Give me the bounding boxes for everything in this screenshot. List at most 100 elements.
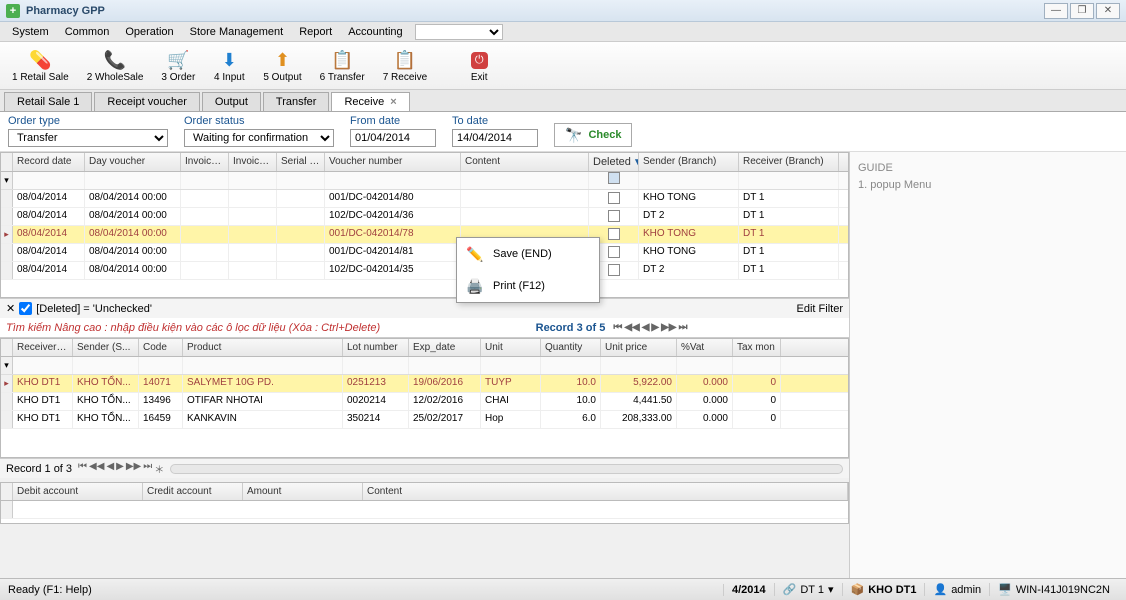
table-row[interactable]: 08/04/201408/04/2014 00:00102/DC-042014/… xyxy=(1,208,848,226)
table-row[interactable]: 08/04/201408/04/2014 00:00102/DC-042014/… xyxy=(1,262,848,280)
deleted-checkbox[interactable] xyxy=(608,192,620,204)
menu-save[interactable]: ✏️ Save (END) xyxy=(457,238,599,270)
col-deleted[interactable]: Deleted▼ xyxy=(589,153,639,171)
dcol-lot[interactable]: Lot number xyxy=(343,339,409,356)
tool-wholesale[interactable]: 📞 2 WholeSale xyxy=(79,46,152,85)
menu-operation[interactable]: Operation xyxy=(117,24,181,40)
col-sender[interactable]: Sender (Branch) xyxy=(639,153,739,171)
col-record-date[interactable]: Record date xyxy=(13,153,85,171)
dcol-sender[interactable]: Sender (S... xyxy=(73,339,139,356)
menu-system[interactable]: System xyxy=(4,24,57,40)
col-day-voucher[interactable]: Day voucher xyxy=(85,153,181,171)
tool-order[interactable]: 🛒 3 Order xyxy=(153,46,203,85)
bcol-amount[interactable]: Amount xyxy=(243,483,363,500)
pager-prev[interactable]: ◀ xyxy=(106,461,114,476)
table-row[interactable]: ▸KHO DT1KHO TỔN...14071SALYMET 10G PD.02… xyxy=(1,375,848,393)
deleted-checkbox[interactable] xyxy=(608,246,620,258)
to-date-label: To date xyxy=(452,115,538,127)
tab-receive[interactable]: Receive× xyxy=(331,92,409,111)
nav-prev-page[interactable]: ◀◀ xyxy=(624,322,639,333)
app-icon: + xyxy=(6,4,20,18)
close-button[interactable]: ✕ xyxy=(1096,3,1120,19)
tab-output[interactable]: Output xyxy=(202,92,261,111)
col-serial[interactable]: Serial n... xyxy=(277,153,325,171)
horizontal-scrollbar[interactable] xyxy=(170,464,843,474)
dcol-receiver[interactable]: Receiver (... xyxy=(13,339,73,356)
tool-exit[interactable]: ⏻ Exit xyxy=(455,46,503,85)
menu-dropdown[interactable] xyxy=(415,24,503,40)
check-button[interactable]: 🔭 Check xyxy=(554,123,632,147)
col-invoice1[interactable]: Invoice... xyxy=(181,153,229,171)
dcol-price[interactable]: Unit price xyxy=(601,339,677,356)
dcol-tax[interactable]: Tax mon xyxy=(733,339,781,356)
dcol-product[interactable]: Product xyxy=(183,339,343,356)
filter-enabled-checkbox[interactable] xyxy=(19,302,32,315)
menu-report[interactable]: Report xyxy=(291,24,340,40)
clear-filter-icon[interactable]: ✕ xyxy=(6,302,15,315)
col-receiver[interactable]: Receiver (Branch) xyxy=(739,153,839,171)
bcol-debit[interactable]: Debit account xyxy=(13,483,143,500)
table-row[interactable]: ▸08/04/201408/04/2014 00:00001/DC-042014… xyxy=(1,226,848,244)
tool-input[interactable]: ⬇ 4 Input xyxy=(205,46,253,85)
nav-next[interactable]: ▶ xyxy=(651,322,659,333)
maximize-button[interactable]: ❐ xyxy=(1070,3,1094,19)
tool-transfer[interactable]: 📋 6 Transfer xyxy=(312,46,373,85)
tool-receive[interactable]: 📋 7 Receive xyxy=(375,46,435,85)
user-icon: 👤 xyxy=(933,583,947,596)
table-row[interactable]: KHO DT1KHO TỔN...16459KANKAVIN35021425/0… xyxy=(1,411,848,429)
to-date-input[interactable] xyxy=(452,129,538,147)
tool-output[interactable]: ⬆ 5 Output xyxy=(255,46,309,85)
order-type-label: Order type xyxy=(8,115,168,127)
pager-asterisk[interactable]: ＊ xyxy=(154,461,164,476)
bcol-credit[interactable]: Credit account xyxy=(143,483,243,500)
pager-first[interactable]: ⏮ xyxy=(78,461,87,476)
table-row[interactable]: 08/04/201408/04/2014 00:00001/DC-042014/… xyxy=(1,244,848,262)
order-type-select[interactable]: Transfer xyxy=(8,129,168,147)
edit-filter-link[interactable]: Edit Filter xyxy=(797,303,843,315)
branch-icon: 🔗 xyxy=(783,583,797,596)
dcol-unit[interactable]: Unit xyxy=(481,339,541,356)
close-tab-icon[interactable]: × xyxy=(390,96,396,108)
pager-last[interactable]: ⏭ xyxy=(143,461,152,476)
nav-next-page[interactable]: ▶▶ xyxy=(661,322,676,333)
deleted-checkbox[interactable] xyxy=(608,228,620,240)
tab-retail-sale[interactable]: Retail Sale 1 xyxy=(4,92,92,111)
window-title: Pharmacy GPP xyxy=(26,5,1042,17)
deleted-checkbox[interactable] xyxy=(608,264,620,276)
filter-deleted-checkbox[interactable] xyxy=(608,172,620,184)
pager-next-page[interactable]: ▶▶ xyxy=(126,461,141,476)
bcol-content[interactable]: Content xyxy=(363,483,848,500)
guide-title: GUIDE xyxy=(858,160,1118,177)
table-row[interactable]: KHO DT1KHO TỔN...13496OTIFAR NHOTAI00202… xyxy=(1,393,848,411)
pager-prev-page[interactable]: ◀◀ xyxy=(89,461,104,476)
col-invoice2[interactable]: Invoice... xyxy=(229,153,277,171)
dcol-vat[interactable]: %Vat xyxy=(677,339,733,356)
col-voucher-number[interactable]: Voucher number xyxy=(325,153,461,171)
table-row[interactable]: 08/04/201408/04/2014 00:00001/DC-042014/… xyxy=(1,190,848,208)
status-period: 4/2014 xyxy=(732,584,766,596)
nav-prev[interactable]: ◀ xyxy=(642,322,650,333)
chevron-down-icon[interactable]: ▾ xyxy=(828,583,834,596)
filter-bar: Order type Transfer Order status Waiting… xyxy=(0,112,1126,152)
arrow-up-icon: ⬆ xyxy=(270,48,294,72)
tab-transfer[interactable]: Transfer xyxy=(263,92,330,111)
dcol-exp[interactable]: Exp_date xyxy=(409,339,481,356)
menu-store[interactable]: Store Management xyxy=(182,24,292,40)
menu-accounting[interactable]: Accounting xyxy=(340,24,410,40)
minimize-button[interactable]: — xyxy=(1044,3,1068,19)
filter-text: [Deleted] = 'Unchecked' xyxy=(36,303,152,315)
printer-icon: 🖨️ xyxy=(465,276,485,296)
dcol-code[interactable]: Code xyxy=(139,339,183,356)
col-content[interactable]: Content xyxy=(461,153,589,171)
order-status-select[interactable]: Waiting for confirmation xyxy=(184,129,334,147)
menu-print[interactable]: 🖨️ Print (F12) xyxy=(457,270,599,302)
from-date-input[interactable] xyxy=(350,129,436,147)
nav-last[interactable]: ⏭ xyxy=(679,322,688,333)
menu-common[interactable]: Common xyxy=(57,24,118,40)
pager-next[interactable]: ▶ xyxy=(116,461,124,476)
dcol-qty[interactable]: Quantity xyxy=(541,339,601,356)
nav-first[interactable]: ⏮ xyxy=(613,322,622,333)
tab-receipt-voucher[interactable]: Receipt voucher xyxy=(94,92,200,111)
deleted-checkbox[interactable] xyxy=(608,210,620,222)
tool-retail-sale[interactable]: 💊 1 Retail Sale xyxy=(4,46,77,85)
